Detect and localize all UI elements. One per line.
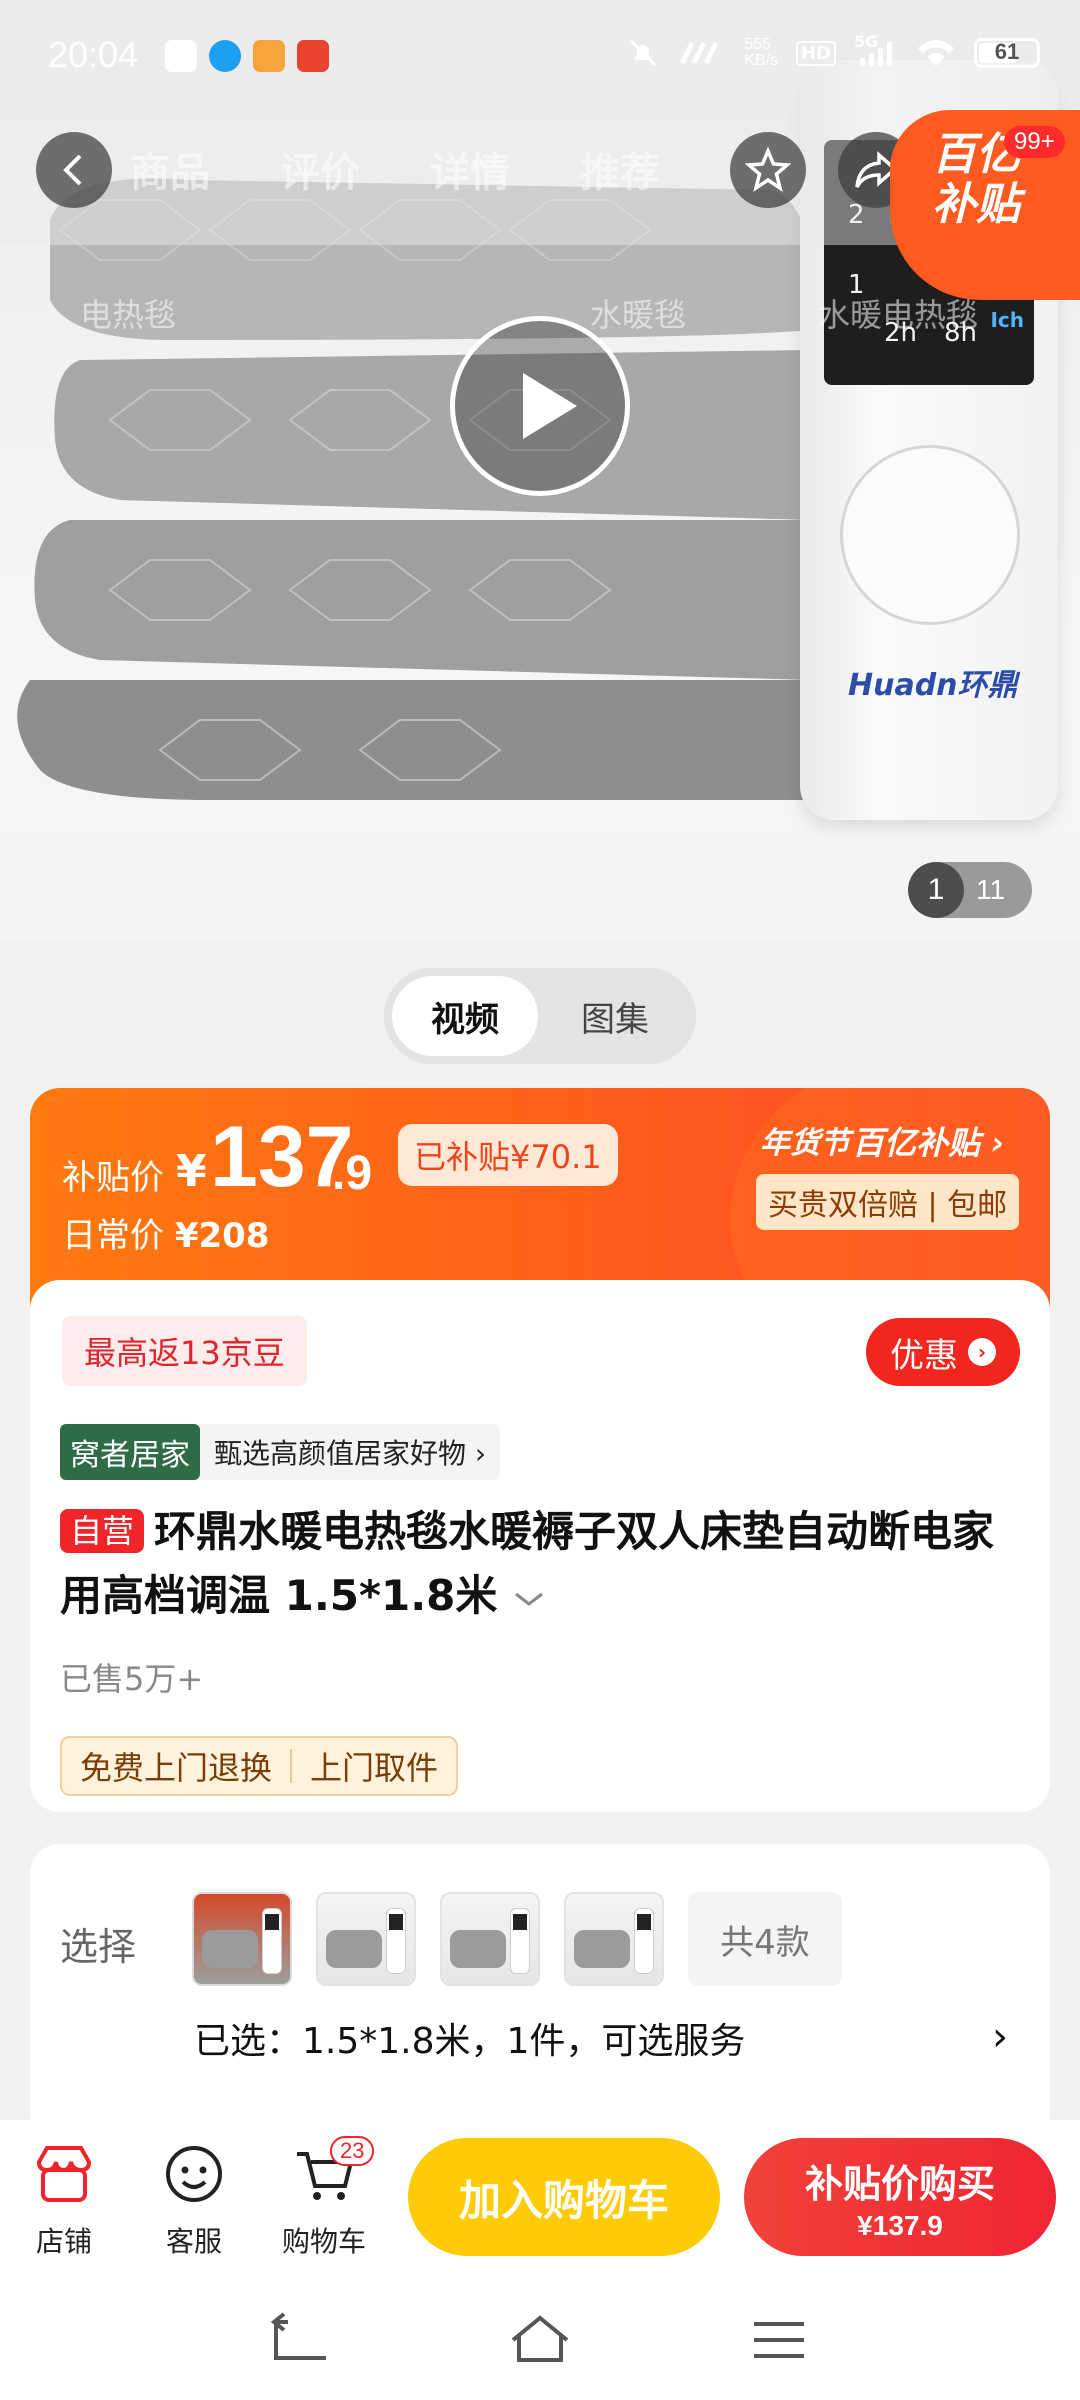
remote-control-pad	[840, 445, 1020, 625]
promo-button-label: 优惠	[890, 1335, 958, 1376]
map-app-icon	[165, 40, 197, 72]
network-speed-unit: KB/s	[744, 52, 778, 69]
buy-now-price: ¥137.9	[857, 2209, 943, 2241]
image-counter: 1 11	[908, 862, 1032, 918]
product-hero[interactable]: 2 1 2h 8h Ich Huadn环鼎 20:04 555 KB/s HD …	[0, 0, 1080, 940]
product-info-card: 最高返13京豆 优惠 › 窝者居家 甄选高颜值居家好物 › 自营 环鼎水暖电热毯水…	[30, 1280, 1050, 1812]
wifi-icon	[918, 40, 954, 66]
system-menu-icon[interactable]	[744, 2310, 814, 2370]
chevron-right-icon[interactable]: ›	[992, 2014, 1008, 2060]
bottom-action-bar: 店铺 客服 23 购物车 加入购物车 补贴价购买 ¥137.9	[0, 2120, 1080, 2280]
network-speed-value: 555	[744, 36, 771, 53]
nfc-icon	[679, 41, 719, 65]
status-app-icons	[165, 40, 329, 72]
section-tabs: 商品 评价 详情 推荐	[130, 140, 660, 198]
notification-count-badge: 99+	[1004, 126, 1065, 158]
tab-details[interactable]: 详情	[430, 140, 510, 198]
mute-bell-icon	[630, 39, 657, 67]
image-index: 1	[908, 862, 964, 918]
chevron-left-icon	[63, 154, 82, 186]
customer-service-label: 客服	[165, 2225, 222, 2258]
tab-reviews[interactable]: 评价	[280, 140, 360, 198]
status-indicators: 555 KB/s HD 5G 61	[626, 32, 1040, 70]
variant-thumb-3[interactable]	[440, 1892, 540, 1986]
total-variants[interactable]: 共4款	[688, 1892, 842, 1986]
hd-indicator: HD	[795, 40, 836, 66]
video-toggle[interactable]: 视频	[392, 976, 538, 1056]
media-switch: 视频 图集	[384, 968, 696, 1064]
self-operated-tag: 自营	[60, 1509, 145, 1553]
chevron-down-icon[interactable]	[512, 1590, 546, 1610]
store-slogan: 甄选高颜值居家好物 ›	[214, 1437, 487, 1470]
daily-price-value: ¥208	[174, 1216, 270, 1256]
star-icon	[745, 147, 791, 192]
customer-service-button[interactable]: 客服	[134, 2140, 254, 2260]
store-name-tag: 窝者居家	[60, 1424, 200, 1480]
subsidy-price-label: 补贴价	[62, 1158, 164, 1198]
store-button[interactable]: 店铺	[4, 2140, 124, 2260]
status-time: 20:04	[48, 34, 139, 75]
price-decimal: .9	[332, 1147, 373, 1200]
system-home-icon[interactable]	[505, 2310, 575, 2370]
back-button[interactable]	[36, 132, 112, 208]
remote-brand-logo: Huadn环鼎	[848, 668, 1018, 703]
system-navigation-bar	[0, 2280, 1080, 2400]
store-icon	[36, 2146, 92, 2202]
promo-button[interactable]: 优惠 ›	[866, 1318, 1020, 1386]
gallery-toggle[interactable]: 图集	[542, 976, 688, 1056]
remote-screen-ich: Ich	[990, 308, 1024, 332]
cart-label: 购物车	[281, 2225, 366, 2258]
status-bar: 20:04 555 KB/s HD 5G 61	[0, 0, 1080, 115]
buy-now-label: 补贴价购买	[804, 2161, 995, 2206]
battery-level: 61	[994, 39, 1020, 64]
selected-spec: 已选：1.5*1.8米，1件，可选服务	[194, 2021, 746, 2062]
variant-thumb-1[interactable]	[192, 1892, 292, 1986]
tab-product[interactable]: 商品	[130, 140, 210, 198]
subsidized-amount-tag: 已补贴¥70.1	[398, 1124, 618, 1186]
festival-logo: 年货节	[760, 1126, 850, 1161]
subsidy-brand-link[interactable]: 百亿补贴 ›	[852, 1118, 1004, 1164]
battery-indicator: 61	[974, 38, 1040, 68]
sold-count: 已售5万+	[60, 1660, 204, 1698]
variant-thumb-2[interactable]	[316, 1892, 416, 1986]
buy-now-button[interactable]: 补贴价购买 ¥137.9	[744, 2138, 1056, 2256]
product-image-blanket	[17, 178, 810, 800]
product-page: 2 1 2h 8h Ich Huadn环鼎 20:04 555 KB/s HD …	[0, 0, 1080, 2400]
search-hint-3[interactable]: 水暖电热毯	[818, 290, 978, 336]
service-tags: 免费上门退换 上门取件	[60, 1736, 459, 1796]
price-guarantee-tag: 买贵双倍赔 | 包邮	[756, 1174, 1020, 1230]
store-label: 店铺	[35, 2225, 92, 2258]
search-hint-1[interactable]: 电热毯	[80, 290, 176, 336]
chevron-right-icon: ›	[968, 1338, 996, 1366]
chat-face-icon	[166, 2146, 222, 2202]
play-video-button[interactable]	[450, 316, 630, 496]
cart-button[interactable]: 23 购物车	[264, 2136, 384, 2260]
favorite-button[interactable]	[730, 132, 806, 208]
qq-app-icon	[209, 40, 241, 72]
spec-select-card[interactable]: 选择 共4款 已选：1.5*1.8米，1件，可选服务 ›	[30, 1844, 1050, 2144]
signal-label: 5G	[854, 32, 879, 51]
jd-beans-rebate: 最高返13京豆	[62, 1316, 307, 1386]
system-back-icon[interactable]	[266, 2310, 336, 2370]
cart-count-badge: 23	[330, 2136, 375, 2166]
product-title[interactable]: 自营 环鼎水暖电热毯水暖褥子双人床垫自动断电家用高档调温 1.5*1.8米	[60, 1500, 1020, 1628]
cellular-signal-icon: 5G	[854, 32, 898, 68]
tab-recommend[interactable]: 推荐	[580, 140, 660, 198]
store-tag-row[interactable]: 窝者居家 甄选高颜值居家好物 ›	[60, 1424, 501, 1480]
network-speed: 555 KB/s	[744, 37, 778, 69]
service-free-return: 免费上门退换	[80, 1749, 273, 1787]
play-icon	[523, 373, 577, 439]
currency-symbol: ¥	[176, 1146, 207, 1197]
shop-app-icon	[297, 40, 329, 72]
game-app-icon	[253, 40, 285, 72]
add-to-cart-button[interactable]: 加入购物车	[408, 2138, 720, 2256]
image-total: 11	[976, 874, 1006, 905]
service-pickup: 上门取件	[310, 1749, 439, 1787]
select-label: 选择	[60, 1925, 137, 1969]
daily-price: 日常价 ¥208	[62, 1208, 269, 1257]
variant-thumb-4[interactable]	[564, 1892, 664, 1986]
daily-price-label: 日常价	[62, 1216, 164, 1256]
